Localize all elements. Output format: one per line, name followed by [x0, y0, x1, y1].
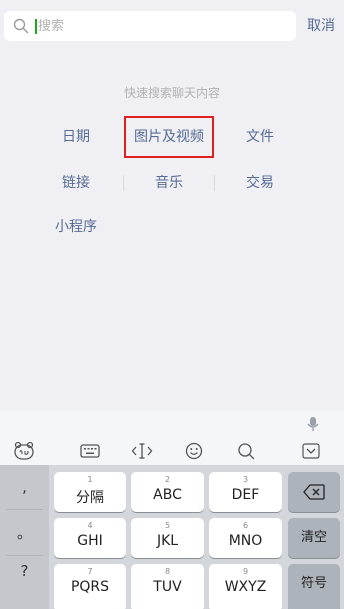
key-number: 3 [242, 475, 249, 484]
key-number: 2 [164, 475, 171, 484]
category-transactions[interactable]: 交易 [224, 172, 296, 194]
voice-icon[interactable] [304, 415, 322, 433]
search-hint: 快速搜索聊天内容 [123, 86, 220, 100]
symbols-button[interactable]: 符号 [288, 564, 340, 609]
key-3[interactable]: 3 DEF [209, 472, 282, 512]
divider [214, 175, 215, 191]
search-icon [13, 18, 29, 34]
highlight-box [124, 116, 214, 158]
keyboard-icon[interactable] [78, 441, 102, 461]
category-files[interactable]: 文件 [224, 126, 296, 148]
key-number: 8 [164, 567, 171, 576]
backspace-icon [303, 484, 325, 500]
cursor-move-icon[interactable] [130, 440, 154, 462]
cancel-button[interactable]: 取消 [302, 15, 340, 37]
search-icon[interactable] [234, 440, 258, 462]
key-6[interactable]: 6 MNO [209, 518, 282, 558]
category-date[interactable]: 日期 [40, 126, 112, 148]
keyboard-toolbar [0, 410, 344, 465]
key-number: 7 [87, 567, 93, 576]
collapse-keyboard-icon[interactable] [300, 441, 322, 461]
key-8[interactable]: 8 TUV [131, 564, 204, 609]
key-label: ABC [153, 487, 182, 503]
punctuation-column: , 。 ? [0, 465, 49, 609]
key-label: GHI [77, 533, 103, 549]
category-mini-programs[interactable]: 小程序 [40, 216, 112, 238]
clear-button[interactable]: 清空 [288, 518, 340, 558]
key-2[interactable]: 2 ABC [131, 472, 204, 512]
du-logo-icon[interactable] [12, 440, 36, 462]
keyboard: , 。 ? 1 分隔 2 ABC 3 DEF 4 GHI 5 JKL 6 MNO… [0, 410, 344, 609]
key-number: 1 [87, 475, 93, 484]
emoji-icon[interactable] [182, 440, 206, 462]
key-5[interactable]: 5 JKL [131, 518, 204, 558]
category-music[interactable]: 音乐 [124, 172, 214, 194]
key-1[interactable]: 1 分隔 [54, 472, 126, 512]
search-bar[interactable] [4, 11, 296, 41]
key-number: 9 [242, 567, 249, 576]
key-label: MNO [228, 533, 263, 549]
punctuation-key[interactable]: ? [0, 553, 49, 589]
backspace-button[interactable] [288, 472, 340, 512]
key-label: TUV [153, 579, 182, 595]
key-label: PQRS [70, 579, 110, 595]
key-9[interactable]: 9 WXYZ [209, 564, 282, 609]
punctuation-key[interactable]: , [0, 469, 49, 505]
punctuation-key[interactable]: 。 [0, 515, 49, 551]
key-label: DEF [231, 487, 260, 503]
text-cursor [35, 19, 37, 34]
key-label: WXYZ [224, 579, 267, 595]
key-label: JKL [156, 533, 179, 549]
key-number: 5 [164, 521, 171, 530]
key-7[interactable]: 7 PQRS [54, 564, 126, 609]
key-number: 4 [87, 521, 93, 530]
key-label: 分隔 [76, 490, 104, 506]
key-4[interactable]: 4 GHI [54, 518, 126, 558]
search-input[interactable] [38, 14, 288, 38]
category-links[interactable]: 链接 [40, 172, 112, 194]
divider [6, 509, 43, 510]
key-number: 6 [242, 521, 249, 530]
